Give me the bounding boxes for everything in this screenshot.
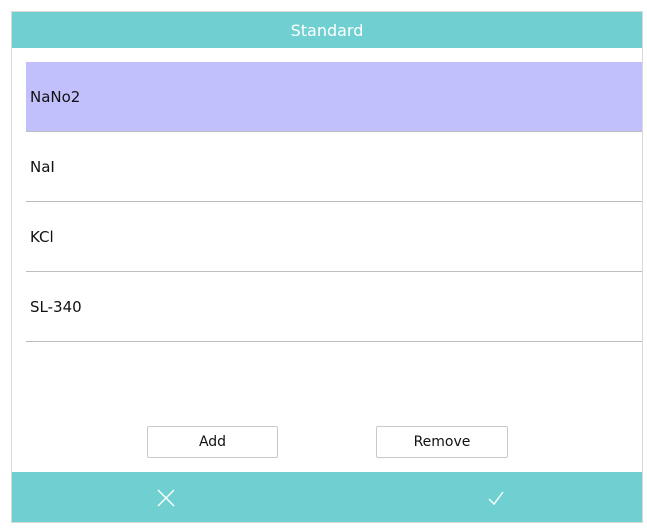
list-item-label: NaNo2 — [30, 87, 81, 106]
remove-button[interactable]: Remove — [376, 426, 508, 458]
standard-dialog: Standard NaNo2 NaI KCl SL-340 Add Remove — [11, 11, 643, 523]
dialog-title: Standard — [290, 20, 364, 40]
list-item-nano2[interactable]: NaNo2 — [26, 62, 642, 132]
list-item-nai[interactable]: NaI — [26, 132, 642, 202]
add-button[interactable]: Add — [147, 426, 278, 458]
close-icon — [157, 489, 175, 507]
cancel-button[interactable] — [140, 472, 192, 522]
remove-button-label: Remove — [413, 434, 471, 450]
standards-list: NaNo2 NaI KCl SL-340 — [26, 62, 642, 342]
confirm-button[interactable] — [470, 472, 522, 522]
list-item-label: SL-340 — [30, 297, 82, 316]
list-item-sl-340[interactable]: SL-340 — [26, 272, 642, 342]
dialog-footer — [12, 472, 642, 522]
list-item-label: NaI — [30, 157, 55, 176]
list-item-label: KCl — [30, 227, 54, 246]
dialog-title-bar: Standard — [12, 12, 642, 48]
list-item-kcl[interactable]: KCl — [26, 202, 642, 272]
check-icon — [488, 491, 504, 506]
add-button-label: Add — [198, 434, 227, 450]
